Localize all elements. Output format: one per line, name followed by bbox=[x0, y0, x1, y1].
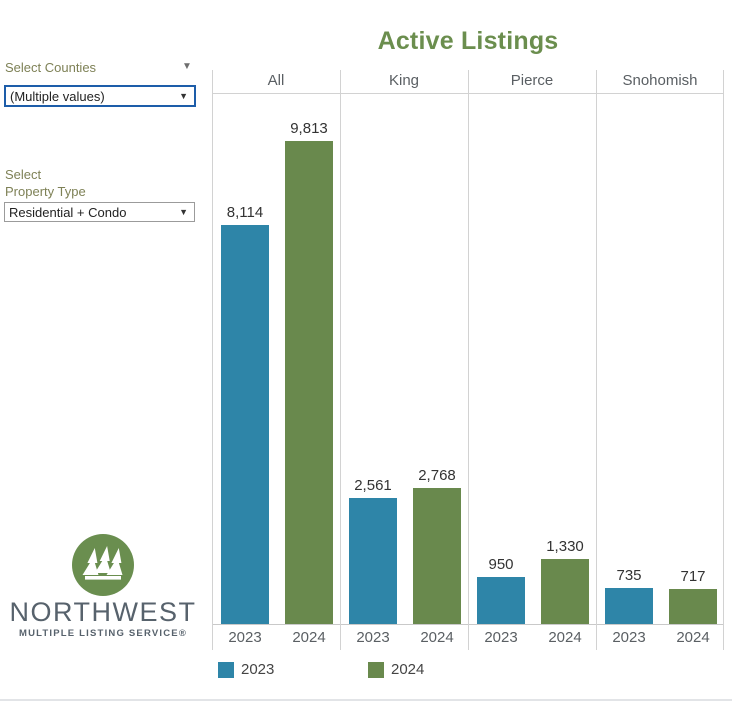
column-header-snohomish: Snohomish bbox=[596, 70, 724, 93]
pane-divider-line bbox=[212, 70, 213, 650]
property-type-dropdown[interactable]: Residential + Condo ▼ bbox=[4, 202, 195, 222]
pane-divider-line bbox=[723, 70, 724, 650]
axis-label-all-2024: 2024 bbox=[277, 629, 341, 646]
bar-king-2023[interactable] bbox=[349, 498, 397, 624]
property-filter-label-line1: Select bbox=[5, 167, 41, 182]
property-filter-label: Select Property Type bbox=[5, 166, 86, 200]
column-header-all: All bbox=[212, 70, 340, 93]
nwmls-logo bbox=[72, 534, 134, 596]
property-filter-label-line2: Property Type bbox=[5, 184, 86, 199]
legend-label-2023: 2023 bbox=[241, 661, 274, 678]
bar-snohomish-2023[interactable] bbox=[605, 588, 653, 624]
counties-dropdown[interactable]: (Multiple values) ▼ bbox=[4, 85, 196, 107]
bar-snohomish-2024[interactable] bbox=[669, 589, 717, 624]
pane-divider-line bbox=[596, 70, 597, 650]
axis-label-all-2023: 2023 bbox=[213, 629, 277, 646]
bar-chart: AllKingPierceSnohomish 8,1149,8132,5612,… bbox=[212, 70, 724, 650]
axis-label-snohomish-2023: 2023 bbox=[597, 629, 661, 646]
trees-icon bbox=[72, 534, 134, 596]
logo-brand-text: NORTHWEST bbox=[2, 597, 204, 628]
axis-label-pierce-2023: 2023 bbox=[469, 629, 533, 646]
counties-filter-label: Select Counties bbox=[5, 60, 96, 75]
legend-swatch-2023[interactable] bbox=[218, 662, 234, 678]
axis-pane-king: 20232024 bbox=[340, 626, 468, 650]
bar-all-2024[interactable] bbox=[285, 141, 333, 624]
bar-value-snohomish-2024: 717 bbox=[643, 568, 732, 585]
axis-label-king-2023: 2023 bbox=[341, 629, 405, 646]
legend-item-2024[interactable]: 2024 bbox=[368, 661, 424, 678]
property-dropdown-value: Residential + Condo bbox=[5, 205, 179, 220]
chevron-down-icon: ▼ bbox=[179, 91, 194, 101]
bar-pierce-2023[interactable] bbox=[477, 577, 525, 624]
chart-pane-all: 8,1149,813 bbox=[212, 95, 340, 624]
bar-value-all-2023: 8,114 bbox=[195, 204, 295, 221]
legend-item-2023[interactable]: 2023 bbox=[218, 661, 274, 678]
legend-swatch-2024[interactable] bbox=[368, 662, 384, 678]
axis-pane-all: 20232024 bbox=[212, 626, 340, 650]
chart-pane-snohomish: 735717 bbox=[596, 95, 724, 624]
bottom-divider bbox=[0, 699, 732, 701]
bar-all-2023[interactable] bbox=[221, 225, 269, 624]
counties-dropdown-value: (Multiple values) bbox=[6, 89, 179, 104]
pane-divider-line bbox=[468, 70, 469, 650]
bar-value-pierce-2023: 950 bbox=[451, 556, 551, 573]
logo-tagline-text: MULTIPLE LISTING SERVICE® bbox=[2, 628, 204, 639]
chart-pane-king: 2,5612,768 bbox=[340, 95, 468, 624]
column-header-king: King bbox=[340, 70, 468, 93]
chart-legend: 2023 2024 bbox=[212, 661, 724, 681]
pane-divider-line bbox=[340, 70, 341, 650]
axis-pane-pierce: 20232024 bbox=[468, 626, 596, 650]
filter-menu-caret-icon[interactable]: ▼ bbox=[182, 61, 192, 72]
dashboard: Active Listings Select Counties ▼ (Multi… bbox=[0, 0, 732, 706]
axis-label-king-2024: 2024 bbox=[405, 629, 469, 646]
chart-pane-pierce: 9501,330 bbox=[468, 95, 596, 624]
page-title: Active Listings bbox=[212, 27, 724, 56]
axis-label-pierce-2024: 2024 bbox=[533, 629, 597, 646]
axis-label-snohomish-2024: 2024 bbox=[661, 629, 725, 646]
legend-label-2024: 2024 bbox=[391, 661, 424, 678]
column-header-pierce: Pierce bbox=[468, 70, 596, 93]
chevron-down-icon: ▼ bbox=[179, 207, 194, 217]
axis-pane-snohomish: 20232024 bbox=[596, 626, 724, 650]
